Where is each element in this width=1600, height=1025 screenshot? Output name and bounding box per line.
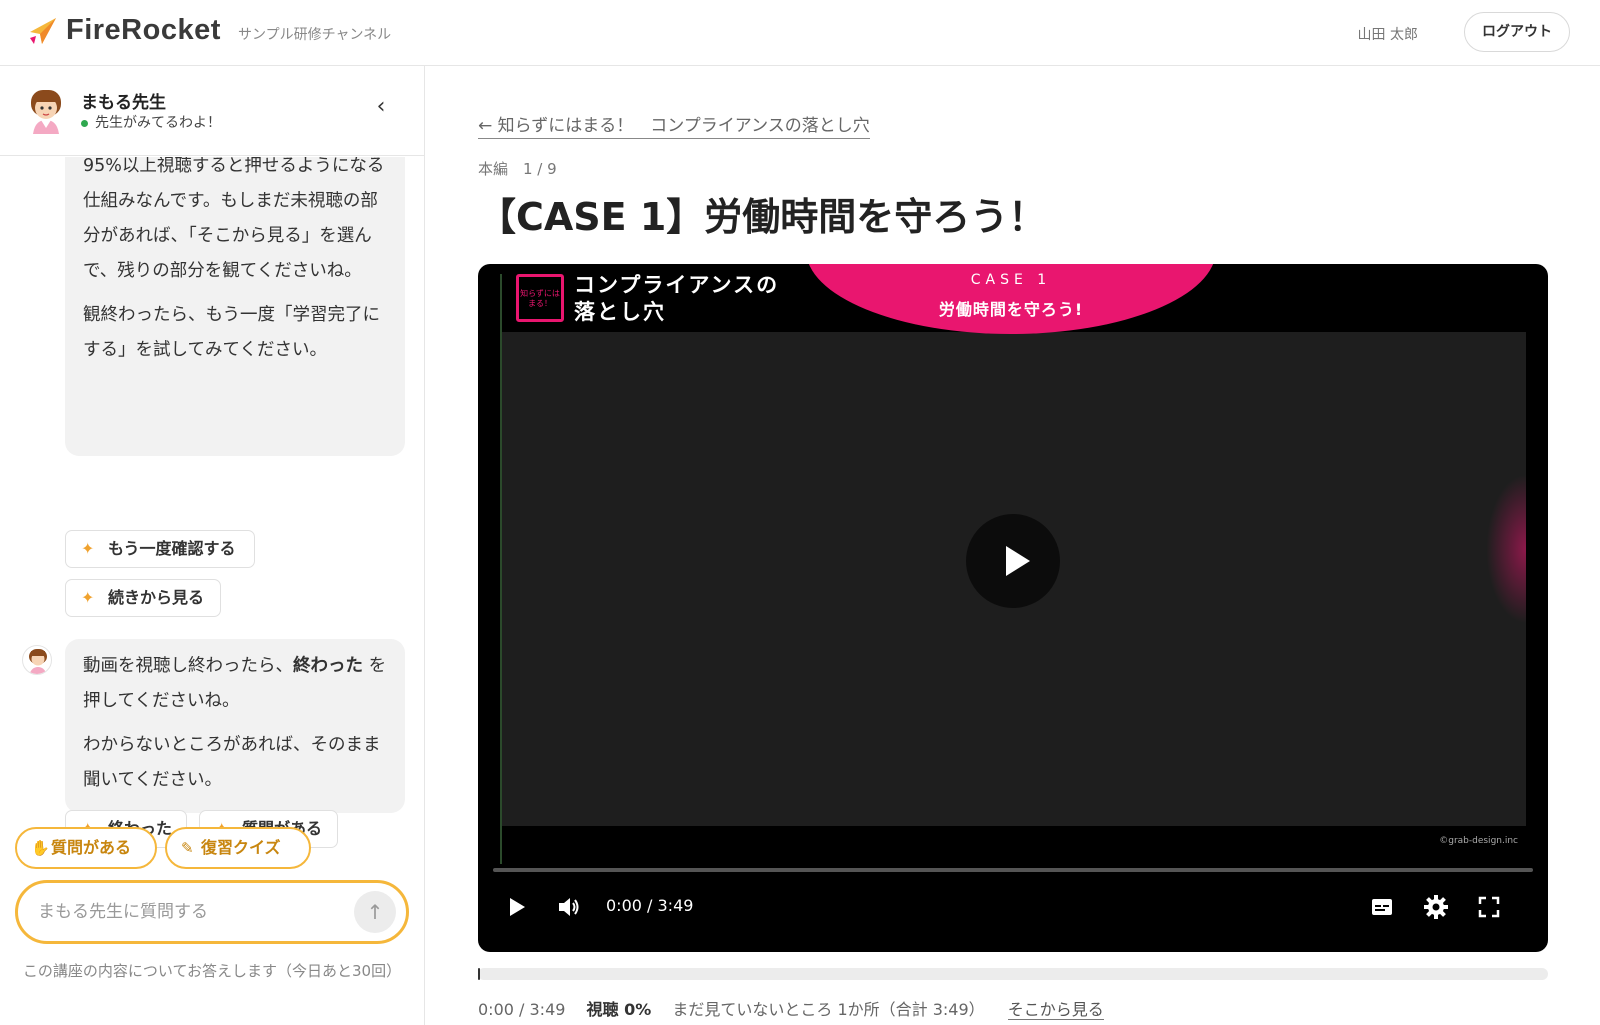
video-edge-glow xyxy=(1486,474,1526,624)
chip-label: 続きから見る xyxy=(108,588,205,607)
series-title: コンプライアンスの 落とし穴 xyxy=(574,273,780,324)
section-indicator: 本編 1 / 9 xyxy=(478,160,557,178)
page-title: 【CASE 1】労働時間を守ろう！ xyxy=(478,195,1047,239)
chat-header: まもる先生 先生がみてるわよ！ ‹ xyxy=(0,66,424,156)
teacher-avatar-small xyxy=(22,645,52,675)
pill-label: 復習クイズ xyxy=(201,838,281,857)
pill-label: 質問がある xyxy=(51,838,132,857)
chip-confirm-again[interactable]: ✦ もう一度確認する xyxy=(65,530,255,568)
watch-progress-bar xyxy=(478,968,1548,980)
sparkle-icon: ✦ xyxy=(81,539,95,558)
send-arrow-icon[interactable]: ↑ xyxy=(354,891,396,933)
sparkle-icon: ✦ xyxy=(81,588,95,607)
memo-icon: ✎ xyxy=(181,839,194,857)
case-label: CASE 1 xyxy=(970,272,1052,288)
watch-percent: 視聴 0% xyxy=(586,1000,652,1019)
collapse-chevron-icon[interactable]: ‹ xyxy=(370,96,392,118)
message-paragraph: 動画を視聴し終わったら、終わった を押してくださいね。 xyxy=(83,656,387,711)
back-to-course-link[interactable]: ← 知らずにはまる！ コンプライアンスの落とし穴 xyxy=(478,111,870,139)
quota-note: この講座の内容についてお答えします（今日あと30回） xyxy=(22,962,402,980)
teacher-name: まもる先生 xyxy=(81,93,166,113)
video-player[interactable]: 知らずにはまる！ コンプライアンスの 落とし穴 CASE 1 労働時間を守ろう!… xyxy=(478,264,1548,952)
chat-sidebar: まもる先生 先生がみてるわよ！ ‹ 95%以上視聴すると押せるようになる仕組みな… xyxy=(0,66,425,1025)
watch-info: 0:00 / 3:49 視聴 0% まだ見ていないところ 1か所（合計 3:49… xyxy=(478,996,1104,1020)
video-copyright: ©grab-design.inc xyxy=(1439,836,1518,846)
teacher-avatar xyxy=(31,90,61,134)
volume-icon[interactable] xyxy=(556,894,582,920)
watch-progress-fill xyxy=(478,968,481,980)
play-icon[interactable] xyxy=(510,898,525,916)
ask-question-pill[interactable]: ✋ 質問がある xyxy=(15,827,157,869)
big-play-button[interactable] xyxy=(966,514,1060,608)
video-edge-line xyxy=(500,274,502,864)
user-name: 山田 太郎 xyxy=(1357,27,1418,43)
online-status-dot xyxy=(81,120,88,127)
message-paragraph: 95%以上視聴すると押せるようになる仕組みなんです。もしまだ未視聴の部分があれば… xyxy=(83,157,385,281)
case-banner: CASE 1 労働時間を守ろう! xyxy=(806,264,1216,334)
chat-input-box[interactable]: ↑ xyxy=(15,880,409,944)
top-header: FireRocket サンプル研修チャンネル 山田 太郎 ログアウト xyxy=(0,0,1600,66)
captions-icon[interactable] xyxy=(1370,895,1394,919)
video-time: 0:00 / 3:49 xyxy=(606,896,694,915)
logout-button[interactable]: ログアウト xyxy=(1464,12,1570,52)
review-quiz-pill[interactable]: ✎ 復習クイズ xyxy=(165,827,311,869)
teacher-status: 先生がみてるわよ！ xyxy=(95,115,221,131)
message-paragraph: わからないところがあれば、そのまま聞いてください。 xyxy=(83,735,381,790)
watch-time: 0:00 / 3:49 xyxy=(478,1000,566,1019)
assistant-message: 動画を視聴し終わったら、終わった を押してくださいね。 わからないところがあれば… xyxy=(65,639,405,813)
video-scrubber[interactable] xyxy=(493,868,1533,872)
series-badge: 知らずにはまる！ xyxy=(516,274,564,322)
unwatched-summary: まだ見ていないところ 1か所（合計 3:49） xyxy=(672,1000,985,1019)
message-paragraph: 観終わったら、もう一度「学習完了にする」を試してみてください。 xyxy=(83,305,380,360)
settings-gear-icon[interactable] xyxy=(1422,893,1450,921)
chat-messages[interactable]: 95%以上視聴すると押せるようになる仕組みなんです。もしまだ未視聴の部分があれば… xyxy=(0,157,424,877)
case-subtitle: 労働時間を守ろう! xyxy=(938,300,1084,319)
chip-continue[interactable]: ✦ 続きから見る xyxy=(65,579,221,617)
channel-name: サンプル研修チャンネル xyxy=(238,27,392,43)
raised-hand-icon: ✋ xyxy=(31,839,50,857)
chip-label: もう一度確認する xyxy=(108,539,236,558)
assistant-message: 95%以上視聴すると押せるようになる仕組みなんです。もしまだ未視聴の部分があれば… xyxy=(65,157,405,456)
chat-input[interactable] xyxy=(38,897,328,927)
resume-from-there-link[interactable]: そこから見る xyxy=(1007,1000,1104,1020)
fullscreen-icon[interactable] xyxy=(1478,896,1500,918)
main-content: ← 知らずにはまる！ コンプライアンスの落とし穴 本編 1 / 9 【CASE … xyxy=(426,66,1600,1025)
logo-text[interactable]: FireRocket xyxy=(66,14,221,47)
rocket-logo-icon[interactable] xyxy=(28,16,58,46)
